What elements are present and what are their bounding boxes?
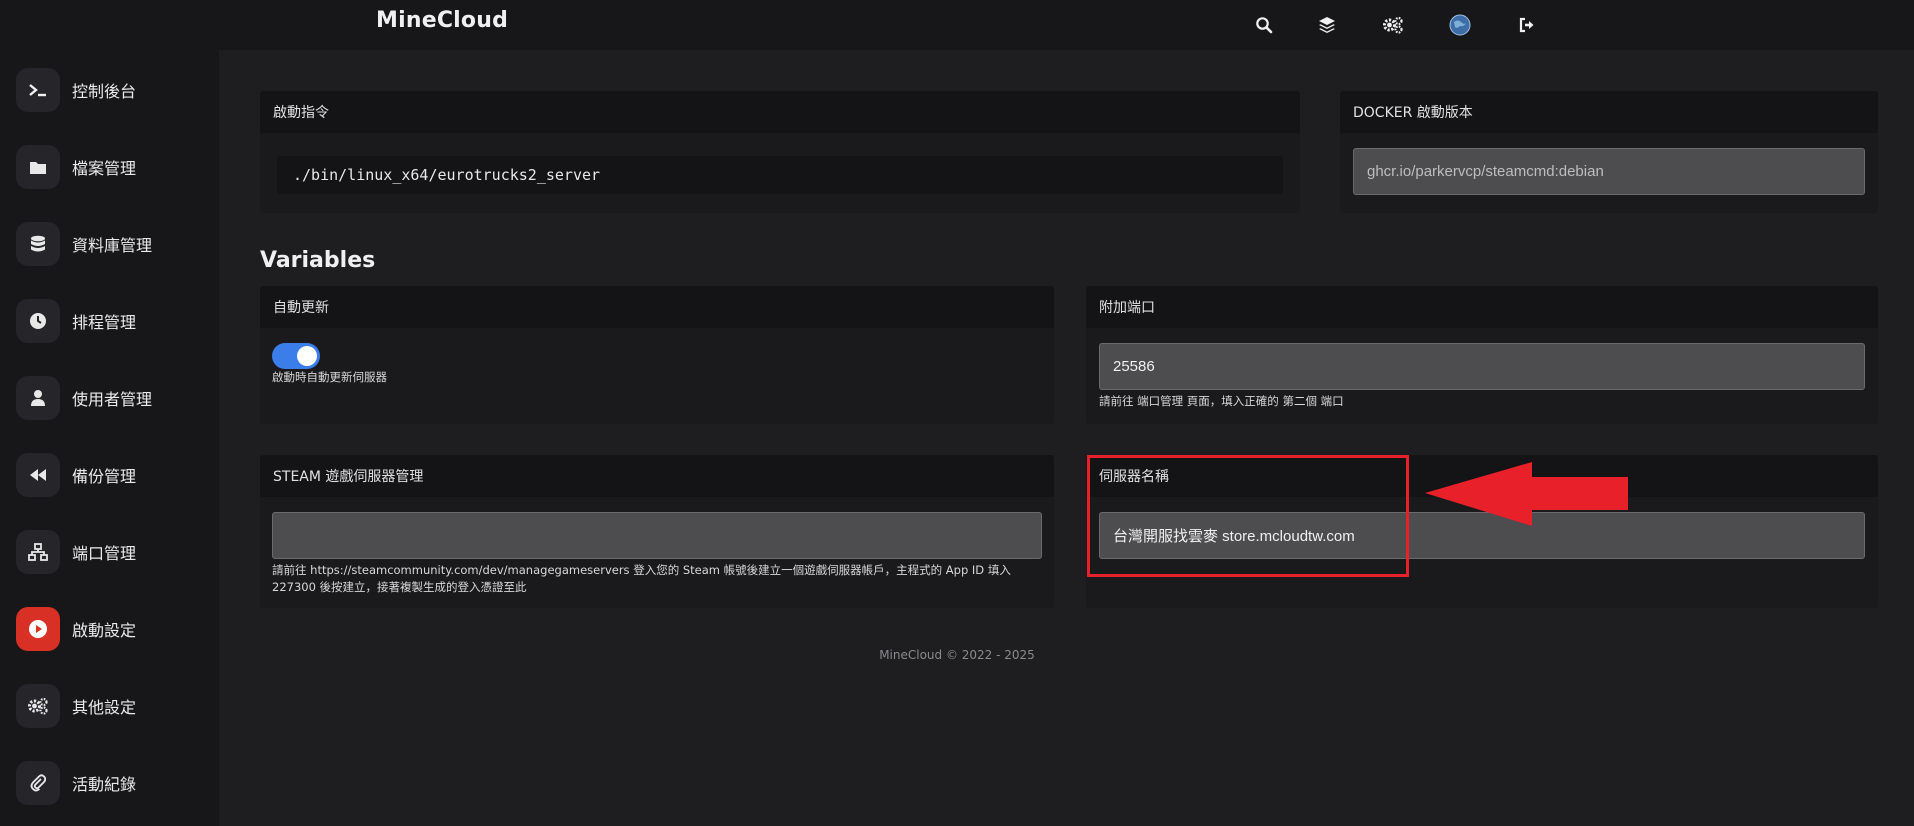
network-icon — [16, 530, 60, 574]
sidebar-item-activity-log[interactable]: 活動紀錄 — [16, 759, 206, 807]
terminal-icon — [16, 68, 60, 112]
user-icon — [16, 376, 60, 420]
help-line: 227300 後按建立，接著複製生成的登入憑證至此 — [272, 580, 527, 594]
sidebar-item-label: 端口管理 — [72, 544, 137, 563]
sidebar: 控制後台 檔案管理 資料庫管理 排程管理 使用者管理 備份管理 端口管理 啟動設… — [0, 50, 219, 826]
sidebar-item-other-settings[interactable]: 其他設定 — [16, 682, 206, 730]
extra-port-card: 附加端口 25586 請前往 端口管理 頁面，填入正確的 第二個 端口 — [1086, 286, 1878, 424]
toggle-knob — [297, 346, 317, 366]
globe-avatar-icon[interactable] — [1448, 13, 1472, 37]
sidebar-item-users[interactable]: 使用者管理 — [16, 374, 206, 422]
sidebar-item-label: 排程管理 — [72, 313, 137, 332]
sidebar-item-label: 控制後台 — [72, 82, 137, 101]
database-icon — [16, 222, 60, 266]
docker-image-select[interactable]: ghcr.io/parkervcp/steamcmd:debian — [1353, 148, 1865, 195]
card-title: 附加端口 — [1086, 286, 1878, 328]
gears-icon[interactable] — [1381, 13, 1405, 37]
pointer-arrow-icon — [1425, 460, 1630, 534]
layers-icon[interactable] — [1315, 13, 1339, 37]
auto-update-toggle[interactable] — [272, 343, 320, 369]
sidebar-item-label: 活動紀錄 — [72, 775, 137, 794]
sidebar-item-files[interactable]: 檔案管理 — [16, 143, 206, 191]
backward-icon — [16, 453, 60, 497]
steam-gsm-card: STEAM 遊戲伺服器管理 請前往 https://steamcommunity… — [260, 455, 1054, 608]
sidebar-item-label: 檔案管理 — [72, 159, 137, 178]
sidebar-item-startup[interactable]: 啟動設定 — [16, 605, 206, 653]
card-title: DOCKER 啟動版本 — [1340, 91, 1878, 133]
top-bar: MineCloud — [0, 0, 1914, 50]
extra-port-input[interactable]: 25586 — [1099, 343, 1865, 390]
brand-title[interactable]: MineCloud — [376, 8, 508, 33]
paperclip-icon — [16, 761, 60, 805]
sidebar-item-ports[interactable]: 端口管理 — [16, 528, 206, 576]
auto-update-card: 自動更新 啟動時自動更新伺服器 — [260, 286, 1054, 424]
play-icon — [16, 607, 60, 651]
startup-command-value: ./bin/linux_x64/eurotrucks2_server — [277, 156, 1283, 194]
folder-icon — [16, 145, 60, 189]
sidebar-item-database[interactable]: 資料庫管理 — [16, 220, 206, 268]
gears-icon — [16, 684, 60, 728]
sidebar-item-backups[interactable]: 備份管理 — [16, 451, 206, 499]
sidebar-item-schedules[interactable]: 排程管理 — [16, 297, 206, 345]
highlight-box — [1087, 455, 1409, 577]
sidebar-item-label: 備份管理 — [72, 467, 137, 486]
sidebar-item-console[interactable]: 控制後台 — [16, 66, 206, 114]
auto-update-help: 啟動時自動更新伺服器 — [272, 370, 387, 384]
help-line: 請前往 https://steamcommunity.com/dev/manag… — [272, 563, 1011, 577]
docker-image-card: DOCKER 啟動版本 ghcr.io/parkervcp/steamcmd:d… — [1340, 91, 1878, 213]
sidebar-item-label: 啟動設定 — [72, 621, 137, 640]
startup-command-card: 啟動指令 ./bin/linux_x64/eurotrucks2_server — [260, 91, 1300, 213]
steam-token-input[interactable] — [272, 512, 1042, 559]
steam-gsm-help: 請前往 https://steamcommunity.com/dev/manag… — [272, 562, 1052, 596]
extra-port-help: 請前往 端口管理 頁面，填入正確的 第二個 端口 — [1099, 394, 1344, 408]
sidebar-item-label: 資料庫管理 — [72, 236, 153, 255]
card-title: STEAM 遊戲伺服器管理 — [260, 455, 1054, 497]
card-title: 啟動指令 — [260, 91, 1300, 133]
card-title: 自動更新 — [260, 286, 1054, 328]
search-icon[interactable] — [1252, 13, 1276, 37]
variables-heading: Variables — [260, 248, 376, 273]
footer: MineCloud © 2022 - 2025 — [879, 648, 1035, 662]
sidebar-item-label: 使用者管理 — [72, 390, 153, 409]
clock-icon — [16, 299, 60, 343]
logout-icon[interactable] — [1515, 13, 1539, 37]
sidebar-item-label: 其他設定 — [72, 698, 137, 717]
